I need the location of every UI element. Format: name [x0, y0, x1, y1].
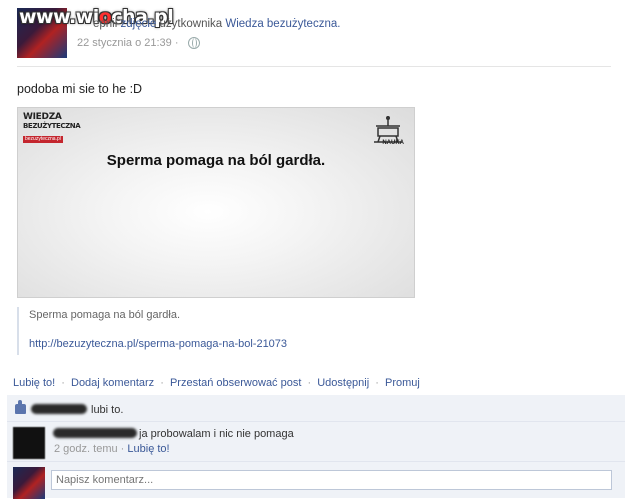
commenter-avatar[interactable] [13, 427, 45, 459]
action-separator: · [307, 377, 312, 389]
share-line: epnił zdjęcie użytkownika Wiedza bezużyt… [93, 18, 340, 30]
wiedza-logo: WIEDZA BEZUŻYTECZNA bezuzyteczna.pl [23, 112, 81, 143]
comment-meta: 2 godz. temu · Lubię to! [54, 443, 170, 455]
comment-input[interactable] [51, 470, 612, 490]
photo-link[interactable]: zdjęcie [121, 18, 157, 30]
likes-text: lubi to. [91, 404, 124, 416]
thumbs-up-icon [15, 400, 26, 414]
comment-like-button[interactable]: Lubię to! [127, 443, 169, 455]
comment-button[interactable]: Dodaj komentarz [71, 377, 154, 389]
redacted-commenter-name[interactable] [53, 428, 137, 438]
promote-button[interactable]: Promuj [385, 377, 420, 389]
user-link[interactable]: Wiedza bezużyteczna. [225, 18, 340, 30]
nauka-label: NAUKA [382, 140, 404, 146]
timestamp-link[interactable]: 22 stycznia o 21:39 [77, 37, 172, 49]
post-header: www.wiocha.pl epnił zdjęcie użytkownika … [17, 6, 611, 67]
comment-time[interactable]: 2 godz. temu [54, 443, 118, 455]
globe-icon [187, 37, 200, 50]
action-separator: · [160, 377, 164, 389]
action-separator: · [61, 377, 65, 389]
like-button[interactable]: Lubię to! [13, 377, 55, 389]
preview-url[interactable]: http://bezuzyteczna.pl/sperma-pomaga-na-… [29, 338, 287, 350]
share-text-2: użytkownika [159, 18, 223, 30]
meta-separator: · [174, 37, 179, 49]
feedback-section: lubi to. ja probowalam i nic nie pomaga … [7, 395, 625, 499]
share-button[interactable]: Udostępnij [317, 377, 369, 389]
comment-separator: · [120, 443, 125, 455]
redacted-name[interactable] [31, 404, 87, 414]
unfollow-button[interactable]: Przestań obserwować post [170, 377, 301, 389]
likes-row: lubi to. [7, 395, 625, 421]
comment-row: ja probowalam i nic nie pomaga 2 godz. t… [7, 421, 625, 462]
photo-caption: Sperma pomaga na ból gardła. [106, 152, 326, 169]
share-text: epnił [93, 18, 118, 30]
post-meta: 22 stycznia o 21:39 · [77, 37, 200, 50]
post-actions: Lubię to! · Dodaj komentarz · Przestań o… [13, 377, 420, 389]
shared-photo[interactable]: WIEDZA BEZUŻYTECZNA bezuzyteczna.pl Sper… [17, 107, 415, 298]
status-text: podoba mi sie to he :D [17, 82, 143, 96]
action-separator: · [375, 377, 379, 389]
comment-text: ja probowalam i nic nie pomaga [139, 428, 294, 440]
link-preview: Sperma pomaga na ból gardła. http://bezu… [17, 307, 427, 355]
current-user-avatar [13, 467, 45, 499]
preview-title[interactable]: Sperma pomaga na ból gardła. [29, 309, 180, 321]
write-comment-row [7, 461, 625, 499]
